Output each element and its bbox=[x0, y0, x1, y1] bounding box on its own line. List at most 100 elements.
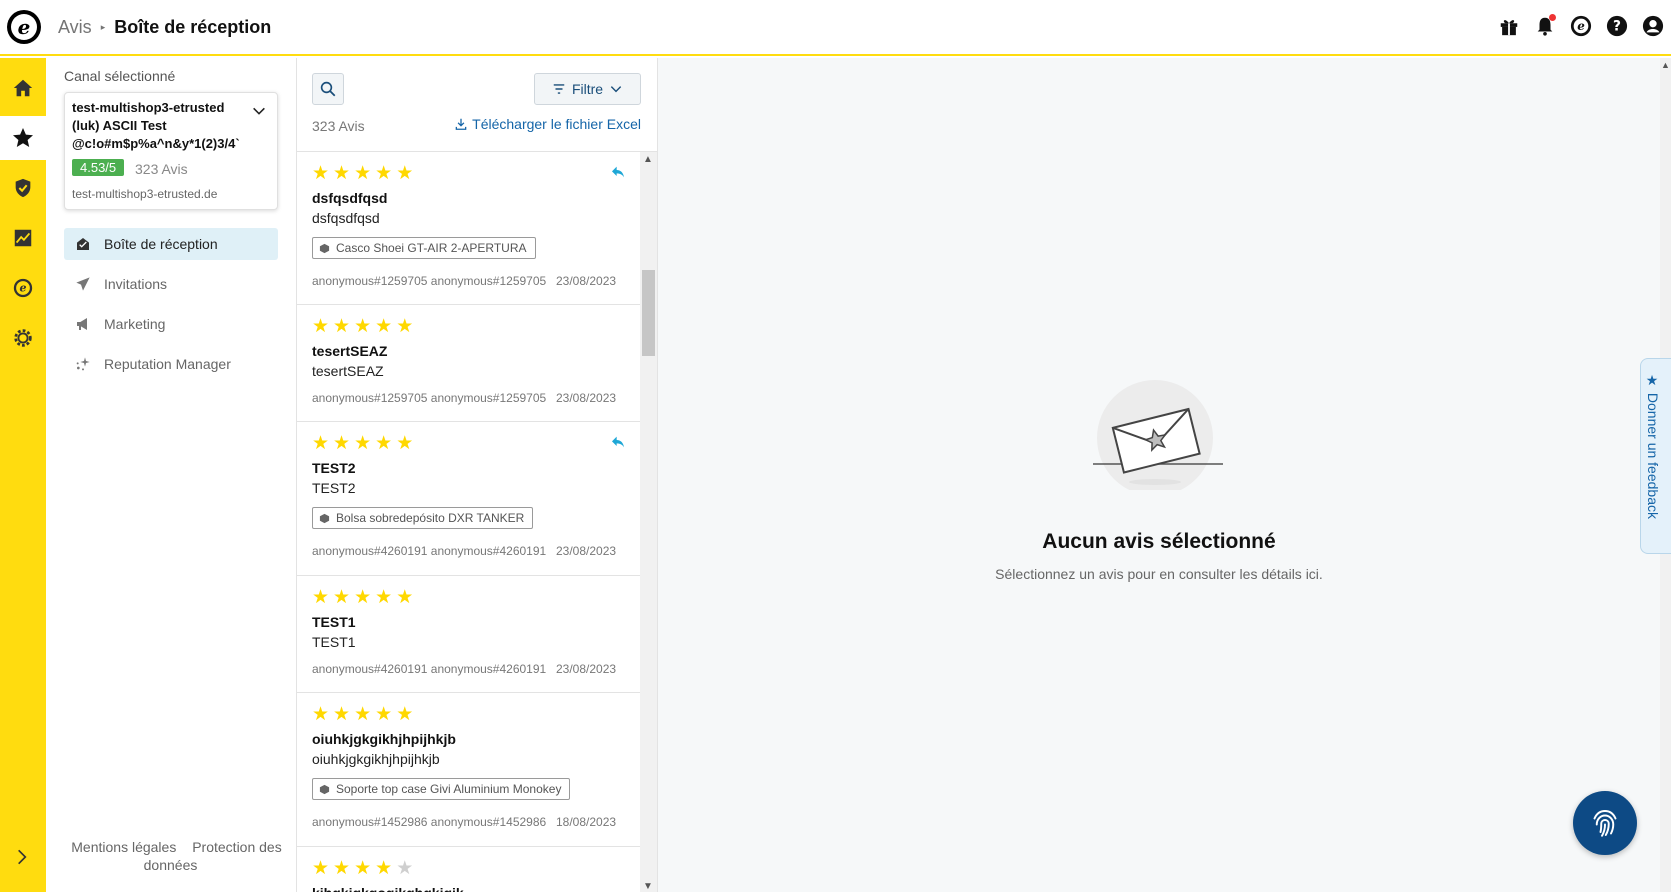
svg-text:e: e bbox=[20, 282, 27, 295]
reply-icon bbox=[610, 434, 626, 455]
channel-name: test-multishop3-etrusted (luk) ASCII Tes… bbox=[72, 100, 240, 151]
star-icon[interactable] bbox=[0, 116, 46, 160]
download-excel-link[interactable]: Télécharger le fichier Excel bbox=[454, 116, 641, 132]
etrusted-logo[interactable]: e bbox=[7, 10, 41, 44]
inbox-icon bbox=[74, 235, 92, 253]
star-icon: ★ bbox=[312, 316, 330, 337]
filter-label: Filtre bbox=[571, 81, 604, 97]
chevron-down-icon[interactable] bbox=[251, 103, 267, 124]
review-author: anonymous#4260191 anonymous#4260191 bbox=[312, 662, 547, 676]
search-button[interactable] bbox=[312, 73, 344, 105]
download-icon bbox=[455, 118, 467, 130]
star-icon: ★ bbox=[312, 704, 330, 725]
star-icon: ★ bbox=[312, 163, 330, 184]
review-date: 23/08/2023 bbox=[556, 391, 617, 405]
star-icon: ★ bbox=[312, 433, 330, 454]
review-body: tesertSEAZ bbox=[312, 363, 384, 379]
fingerprint-icon bbox=[1593, 810, 1617, 837]
breadcrumb: Avis ▸ Boîte de réception bbox=[58, 17, 271, 38]
review-item[interactable]: ★ ★ ★ ★ ★ tesertSEAZ tesertSEAZ anonymous#12… bbox=[297, 305, 640, 422]
home-icon[interactable] bbox=[0, 66, 46, 110]
review-title: oiuhkjgkgikhjhpijhkjb bbox=[312, 731, 456, 747]
expand-chevron-icon[interactable] bbox=[12, 847, 32, 872]
product-box-icon bbox=[319, 513, 330, 523]
product-name: Soporte top case Givi Aluminium Monokey bbox=[336, 782, 562, 796]
gift-icon[interactable] bbox=[1497, 14, 1521, 38]
star-icon: ★ bbox=[375, 587, 393, 608]
channel-selector[interactable]: test-multishop3-etrusted (luk) ASCII Tes… bbox=[64, 92, 278, 210]
review-item[interactable]: ★ ★ ★ ★ ★ dsfqsdfqsd dsfqsdfqsd Casco Shoei … bbox=[297, 152, 640, 305]
review-title: TEST2 bbox=[312, 460, 356, 476]
review-date: 23/08/2023 bbox=[556, 274, 617, 288]
feedback-tab[interactable]: ★ Donner un feedback bbox=[1640, 358, 1671, 554]
sidebar-item-marketing[interactable]: Marketing bbox=[64, 308, 278, 340]
review-count: 323 Avis bbox=[312, 118, 365, 134]
download-excel-label: Télécharger le fichier Excel bbox=[472, 116, 641, 132]
sidebar-item-invitations[interactable]: Invitations bbox=[64, 268, 278, 300]
page-title: Boîte de réception bbox=[114, 16, 272, 37]
channel-review-count: 323 Avis bbox=[135, 161, 188, 177]
reply-icon bbox=[610, 164, 626, 185]
sidebar-item-reputation-manager[interactable]: Reputation Manager bbox=[64, 348, 278, 380]
account-icon[interactable] bbox=[1641, 14, 1665, 38]
product-name: Casco Shoei GT-AIR 2-APERTURA bbox=[336, 241, 527, 255]
etrusted-icon[interactable]: e bbox=[1569, 14, 1593, 38]
empty-envelope-illustration bbox=[1093, 380, 1223, 496]
star-rating: ★ ★ ★ ★ ★ bbox=[312, 705, 413, 725]
review-body: TEST2 bbox=[312, 480, 356, 496]
star-icon: ★ bbox=[375, 316, 393, 337]
etrusted-circle-icon[interactable]: e bbox=[0, 266, 46, 310]
analytics-icon[interactable] bbox=[0, 216, 46, 260]
channel-url: test-multishop3-etrusted.de bbox=[72, 187, 218, 201]
star-icon: ★ bbox=[354, 587, 372, 608]
star-rating: ★ ★ ★ ★ ★ bbox=[312, 859, 413, 879]
star-rating: ★ ★ ★ ★ ★ bbox=[312, 317, 413, 337]
sidebar-footer: Mentions légales Protection des données bbox=[56, 838, 291, 874]
review-item[interactable]: ★ ★ ★ ★ ★ oiuhkjgkgikhjhpijhkjb oiuhkjgkgikh… bbox=[297, 693, 640, 847]
chevron-down-icon bbox=[610, 86, 622, 93]
scroll-down-arrow-icon[interactable]: ▼ bbox=[643, 881, 653, 892]
empty-state-title: Aucun avis sélectionné bbox=[1042, 530, 1276, 553]
star-icon: ★ bbox=[375, 704, 393, 725]
svg-text:e: e bbox=[1577, 19, 1585, 33]
channel-label: Canal sélectionné bbox=[64, 68, 176, 84]
review-item[interactable]: ★ ★ ★ ★ ★ TEST2 TEST2 Bolsa sobredepósito DX… bbox=[297, 422, 640, 576]
star-icon: ★ bbox=[375, 163, 393, 184]
shield-check-icon[interactable] bbox=[0, 166, 46, 210]
scroll-up-arrow-icon[interactable]: ▲ bbox=[643, 154, 653, 165]
product-name: Bolsa sobredepósito DXR TANKER bbox=[336, 511, 525, 525]
review-item[interactable]: ★ ★ ★ ★ ★ TEST1 TEST1 anonymous#4260191 anon… bbox=[297, 576, 640, 693]
review-meta: anonymous#4260191 anonymous#4260191 23/0… bbox=[312, 544, 616, 558]
star-icon: ★ bbox=[333, 316, 351, 337]
review-list-scrollbar[interactable]: ▲ ▼ bbox=[640, 152, 657, 892]
review-meta: anonymous#1452986 anonymous#1452986 18/0… bbox=[312, 815, 616, 829]
breadcrumb-root[interactable]: Avis bbox=[58, 17, 92, 38]
scroll-up-arrow-icon[interactable]: ▲ bbox=[1661, 60, 1670, 70]
sparkle-icon bbox=[74, 355, 92, 373]
breadcrumb-separator-icon: ▸ bbox=[100, 21, 106, 32]
bell-icon[interactable] bbox=[1533, 14, 1557, 38]
legal-link[interactable]: Mentions légales bbox=[71, 839, 176, 855]
feedback-text: Donner un feedback bbox=[1645, 392, 1661, 519]
review-meta: anonymous#1259705 anonymous#1259705 23/0… bbox=[312, 391, 616, 405]
review-item[interactable]: ★★★★★ kjhgkjgkgogjkghgkjgjk bbox=[297, 847, 640, 892]
filter-button[interactable]: Filtre bbox=[534, 73, 641, 105]
notification-dot bbox=[1549, 14, 1556, 21]
settings-gear-icon[interactable] bbox=[0, 316, 46, 360]
scrollbar-thumb[interactable] bbox=[642, 270, 655, 356]
review-title: kjhgkjgkgogjkghgkjgjk bbox=[312, 885, 464, 892]
review-author: anonymous#1452986 anonymous#1452986 bbox=[312, 815, 547, 829]
help-icon[interactable]: ? bbox=[1605, 14, 1629, 38]
icon-rail: e bbox=[0, 58, 46, 892]
fingerprint-button[interactable] bbox=[1573, 791, 1637, 855]
star-icon: ★ bbox=[333, 163, 351, 184]
star-icon: ★ bbox=[396, 587, 414, 608]
star-icon: ★ bbox=[333, 587, 351, 608]
sidebar-item-label: Marketing bbox=[104, 316, 166, 332]
review-body: dsfqsdfqsd bbox=[312, 210, 380, 226]
review-date: 18/08/2023 bbox=[556, 815, 617, 829]
review-body: oiuhkjgkgikhjhpijhkjb bbox=[312, 751, 440, 767]
megaphone-icon bbox=[74, 315, 92, 333]
sidebar-item-inbox[interactable]: Boîte de réception bbox=[64, 228, 278, 260]
review-title: TEST1 bbox=[312, 614, 356, 630]
